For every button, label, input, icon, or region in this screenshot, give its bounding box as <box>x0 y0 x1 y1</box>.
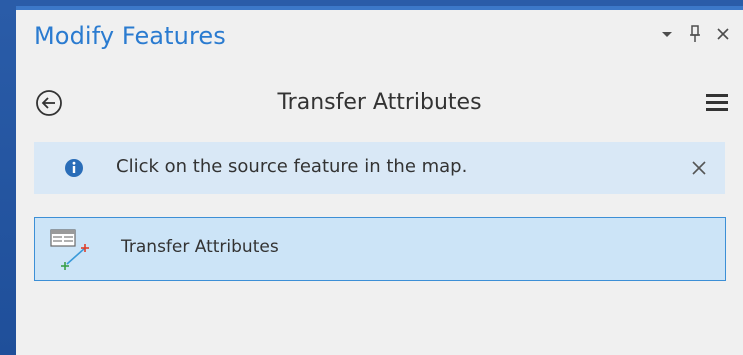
pane-titlebar: Modify Features <box>16 10 743 66</box>
info-icon <box>64 158 84 178</box>
chevron-down-icon[interactable] <box>659 24 675 44</box>
transfer-attributes-icon <box>47 226 103 274</box>
close-icon[interactable] <box>689 158 709 178</box>
tool-item-transfer-attributes[interactable]: Transfer Attributes <box>34 217 726 281</box>
hamburger-menu-icon[interactable] <box>705 92 729 114</box>
tool-header: Transfer Attributes <box>16 78 743 128</box>
pane-title: Modify Features <box>34 22 226 50</box>
pane-window-controls <box>659 24 731 44</box>
info-message-bar: Click on the source feature in the map. <box>34 142 725 194</box>
close-icon[interactable] <box>715 24 731 44</box>
tool-title: Transfer Attributes <box>277 90 482 115</box>
application-frame: Modify Features Transfer Attributes Clic… <box>0 0 743 355</box>
info-message-text: Click on the source feature in the map. <box>116 156 468 177</box>
modify-features-pane: Modify Features Transfer Attributes Clic… <box>16 6 743 355</box>
tool-item-label: Transfer Attributes <box>121 237 279 257</box>
pin-icon[interactable] <box>687 24 703 44</box>
